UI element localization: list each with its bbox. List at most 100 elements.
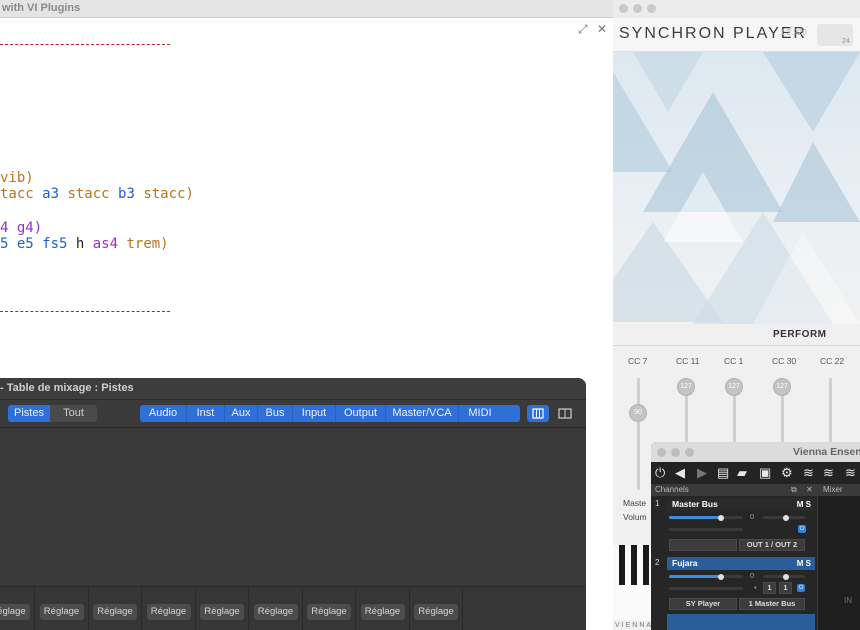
cc-label: CC 22 xyxy=(820,356,845,366)
pan-handle[interactable] xyxy=(783,514,789,521)
volume-fader[interactable] xyxy=(669,573,743,580)
output-routing[interactable]: OUT 1 / OUT 2 xyxy=(739,539,805,551)
cc-slider-handle[interactable]: 90 xyxy=(629,404,647,422)
expand-icon[interactable]: ⤢ xyxy=(578,22,588,36)
mute-solo[interactable]: M S xyxy=(797,557,811,570)
send-fader[interactable] xyxy=(669,528,743,531)
cc-slider-handle[interactable]: 127 xyxy=(725,378,743,396)
save-icon[interactable]: ▣ xyxy=(759,465,771,481)
filter-aux[interactable]: Aux xyxy=(225,405,258,422)
filter-inst[interactable]: Inst xyxy=(187,405,225,422)
play-icon[interactable]: ▶ xyxy=(697,465,707,481)
piano-black-key[interactable] xyxy=(619,545,625,585)
pan-fader[interactable] xyxy=(763,514,805,521)
midi-channel-b[interactable]: 1 xyxy=(779,582,792,594)
mute-solo[interactable]: M S xyxy=(797,498,811,511)
back-icon[interactable]: ◀ xyxy=(675,465,685,481)
volume-value: 0 xyxy=(750,571,755,580)
code-line[interactable]: vib) xyxy=(0,170,34,186)
open-folder-icon[interactable]: ▰ xyxy=(737,465,747,481)
code-line[interactable]: 5 e5 fs5 h as4 trem) xyxy=(0,236,169,252)
close-icon[interactable]: ✕ xyxy=(597,22,607,36)
power-icon[interactable]: ⏻ xyxy=(798,525,806,533)
code-token: trem) xyxy=(118,236,169,252)
settings-button[interactable]: Réglage xyxy=(307,604,351,620)
filter-group: Audio Inst Aux Bus Input Output Master/VCA MIDI xyxy=(140,405,520,422)
filter-audio[interactable]: Audio xyxy=(140,405,187,422)
power-icon[interactable]: ⏻ xyxy=(797,584,805,592)
pan-handle[interactable] xyxy=(783,573,789,580)
filter-midi[interactable]: MIDI xyxy=(459,405,501,422)
cc-slider-track[interactable] xyxy=(829,378,832,448)
tab-pistes[interactable]: Pistes xyxy=(8,405,50,422)
code-line[interactable]: 4 g4) xyxy=(0,220,42,236)
vienna-footer: VIENNA xyxy=(615,622,654,629)
piano-black-key[interactable] xyxy=(631,545,637,585)
code-token: a3 xyxy=(42,186,60,202)
send-fader[interactable] xyxy=(669,587,743,590)
filter-input[interactable]: Input xyxy=(293,405,336,422)
pan-fader[interactable] xyxy=(763,573,805,580)
input-box[interactable] xyxy=(669,539,737,551)
channels-panel: 1 Master Bus M S 0 ⏻ OUT 1 / OUT 2 2 Fuj… xyxy=(651,496,817,630)
piano-black-key[interactable] xyxy=(643,545,649,585)
settings-button[interactable]: Réglage xyxy=(360,604,405,620)
code-token: stacc xyxy=(59,186,119,202)
channel-master-bus[interactable]: Master Bus M S xyxy=(667,498,815,511)
tab-tout[interactable]: Tout xyxy=(50,405,97,422)
minimize-traffic-light[interactable] xyxy=(671,448,680,457)
channel-row-partial[interactable] xyxy=(667,614,815,630)
gear-icon[interactable]: ⚙ xyxy=(781,465,793,481)
cc-slider-handle[interactable]: 127 xyxy=(773,378,791,396)
filter-bus[interactable]: Bus xyxy=(258,405,293,422)
power-icon[interactable]: ⏻ xyxy=(655,465,665,481)
code-token: 5 xyxy=(0,236,17,252)
fader-handle[interactable] xyxy=(718,514,724,521)
close-icon[interactable]: ✕ xyxy=(806,485,813,494)
channel-number: 1 xyxy=(655,499,660,508)
settings-button[interactable]: Réglage xyxy=(0,604,30,620)
settings-button[interactable]: Réglage xyxy=(414,604,458,620)
vienna-ensemble-window: Vienna Ensen ⏻ ◀ ▶ ▤ ▰ ▣ ⚙ ≋ ≋ ≋ Channel… xyxy=(651,442,860,630)
code-line[interactable]: tacc a3 stacc b3 stacc) xyxy=(0,186,194,202)
detach-icon[interactable]: ⧉ xyxy=(791,485,797,495)
database-add-icon[interactable]: ≋ xyxy=(845,465,856,481)
input-label: IN xyxy=(844,596,852,605)
cc-slider-track[interactable] xyxy=(637,378,640,490)
midi-channel-a[interactable]: 1 xyxy=(763,582,776,594)
filter-output[interactable]: Output xyxy=(336,405,386,422)
volume-fader[interactable] xyxy=(669,514,743,521)
channel-fujara[interactable]: Fujara M S xyxy=(667,557,815,570)
database-icon[interactable]: ≋ xyxy=(803,465,814,481)
mixer-toolbar: Pistes Tout Audio Inst Aux Bus Input Output Ma… xyxy=(0,400,586,428)
filter-master-vca[interactable]: Master/VCA xyxy=(386,405,459,422)
vep-titlebar: Vienna Ensen xyxy=(651,442,860,462)
zoom-traffic-light[interactable] xyxy=(647,4,656,13)
output-routing[interactable]: 1 Master Bus xyxy=(739,598,805,610)
vep-title: Vienna Ensen xyxy=(793,446,860,458)
code-token: as4 xyxy=(92,236,119,252)
database-settings-icon[interactable]: ≋ xyxy=(823,465,834,481)
settings-button[interactable]: Réglage xyxy=(200,604,244,620)
split-view-button[interactable] xyxy=(554,405,576,422)
settings-button[interactable]: Réglage xyxy=(39,604,84,620)
column-view-button[interactable] xyxy=(527,405,549,422)
separator-line-top xyxy=(0,44,170,45)
piano-keyboard[interactable] xyxy=(613,545,653,620)
cc-label: CC 30 xyxy=(772,356,797,366)
master-label: Maste xyxy=(623,498,647,508)
minimize-traffic-light[interactable] xyxy=(633,4,642,13)
settings-button[interactable]: Réglage xyxy=(146,604,191,620)
settings-button[interactable]: Réglage xyxy=(93,604,137,620)
mixer-titlebar: - Table de mixage : Pistes xyxy=(0,378,586,400)
settings-button[interactable]: Réglage xyxy=(253,604,298,620)
perform-label: PERFORM xyxy=(773,329,827,340)
zoom-traffic-light[interactable] xyxy=(685,448,694,457)
close-traffic-light[interactable] xyxy=(657,448,666,457)
fader-handle[interactable] xyxy=(718,573,724,580)
plugin-slot[interactable]: SY Player xyxy=(669,598,737,610)
close-traffic-light[interactable] xyxy=(619,4,628,13)
mixer-panel: IN xyxy=(817,496,860,630)
new-file-icon[interactable]: ▤ xyxy=(717,465,729,481)
cc-slider-handle[interactable]: 127 xyxy=(677,378,695,396)
